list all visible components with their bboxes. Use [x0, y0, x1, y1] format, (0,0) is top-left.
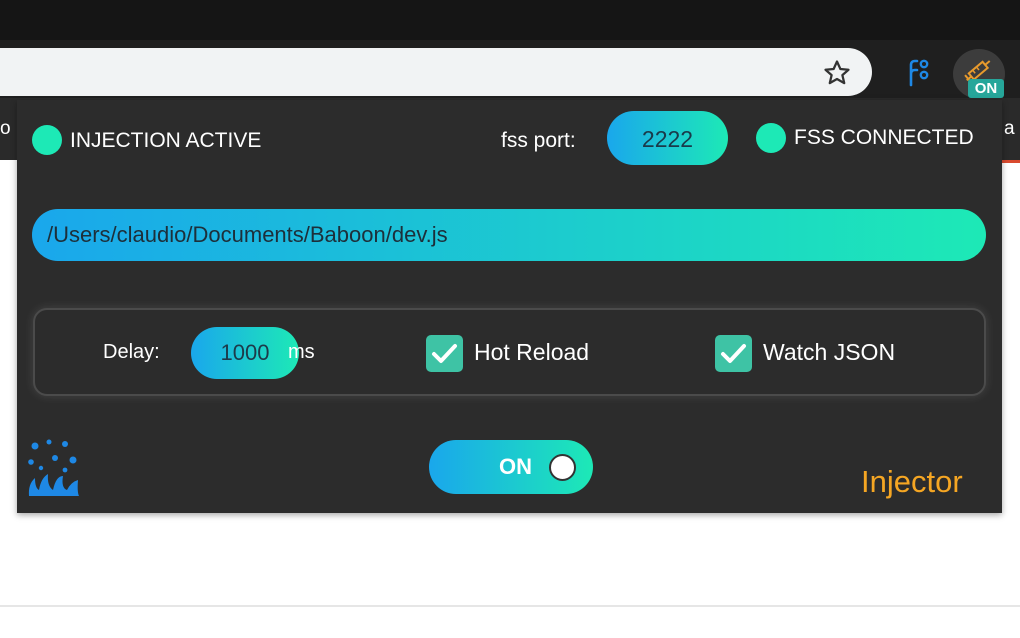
injection-status-dot — [32, 125, 62, 155]
injector-popup: INJECTION ACTIVE fss port: FSS CONNECTED… — [17, 100, 1002, 513]
toggle-knob — [549, 454, 576, 481]
page-edge-text-left: o — [0, 118, 11, 139]
injection-status-label: INJECTION ACTIVE — [70, 129, 262, 152]
title-bar — [0, 0, 1020, 40]
splash-icon — [28, 439, 79, 496]
hot-reload-label: Hot Reload — [474, 339, 590, 365]
address-bar[interactable] — [0, 48, 872, 96]
star-icon[interactable] — [822, 58, 852, 88]
browser-window: ON o a INJECTION ACTIVE fss port: FSS CO… — [0, 0, 1020, 638]
check-icon — [432, 344, 457, 363]
watch-json-label: Watch JSON — [763, 339, 896, 365]
page-edge-text-right: a — [1004, 118, 1015, 139]
delay-label: Delay: — [103, 341, 160, 363]
injector-logo: Injector — [861, 464, 963, 499]
fss-status-dot — [756, 123, 786, 153]
hot-reload-checkbox[interactable] — [426, 335, 463, 372]
injection-toggle[interactable]: ON — [429, 440, 593, 494]
check-icon — [721, 344, 746, 363]
extension-on-badge: ON — [968, 79, 1004, 98]
file-path-input[interactable] — [32, 209, 986, 261]
fss-port-input[interactable] — [607, 111, 728, 165]
delay-input[interactable] — [191, 327, 299, 379]
page-divider — [0, 605, 1020, 607]
toggle-label: ON — [499, 454, 532, 479]
fss-status-label: FSS CONNECTED — [794, 126, 974, 149]
delay-unit: ms — [288, 341, 315, 363]
branch-icon[interactable] — [903, 57, 933, 89]
watch-json-checkbox[interactable] — [715, 335, 752, 372]
fss-port-label: fss port: — [501, 129, 576, 152]
logo-text: Injector — [861, 464, 963, 499]
options-panel: Delay: ms Hot Reload Watch JSON — [33, 308, 986, 396]
